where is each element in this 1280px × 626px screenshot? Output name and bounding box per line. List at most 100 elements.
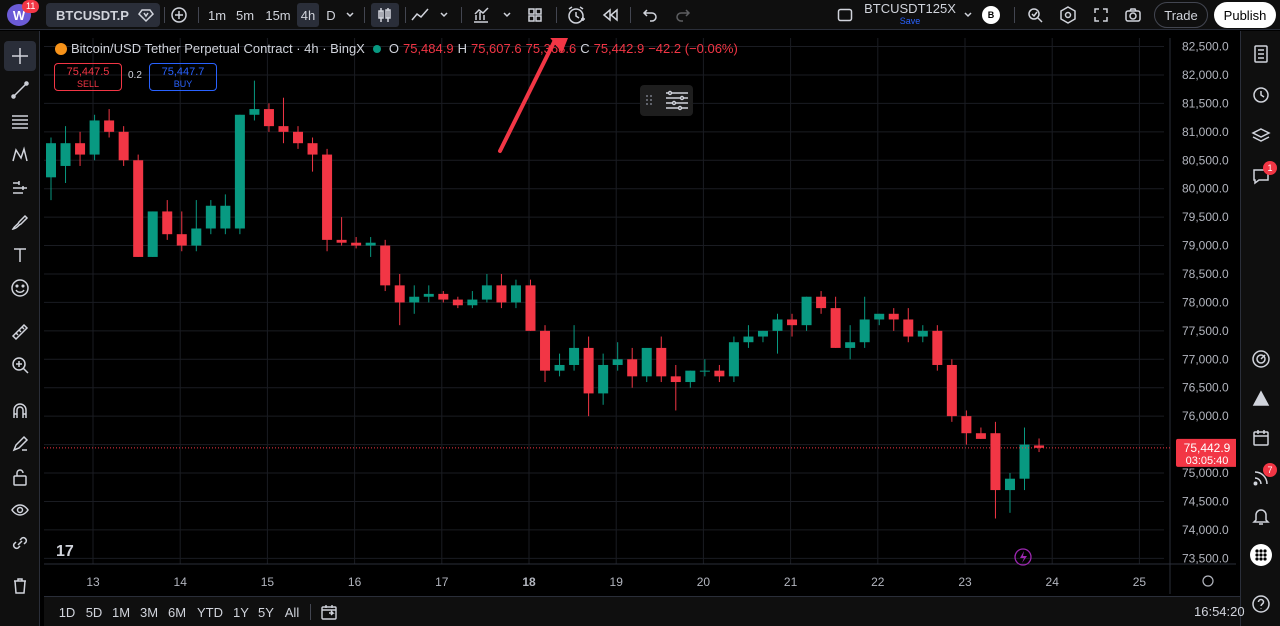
watchlist-diamond-icon[interactable] bbox=[135, 0, 157, 30]
range-3m[interactable]: 3M bbox=[136, 597, 162, 626]
candle-body bbox=[1019, 444, 1030, 479]
candle-body bbox=[307, 143, 318, 155]
apps-grid-icon[interactable] bbox=[1245, 540, 1277, 570]
price-tick-label: 81,000.0 bbox=[1182, 125, 1229, 139]
technicals-gauge-icon[interactable] bbox=[1245, 344, 1277, 374]
camera-snapshot-icon[interactable] bbox=[1119, 0, 1147, 30]
watchlist-icon[interactable] bbox=[1245, 39, 1277, 69]
chevron-down-icon[interactable] bbox=[499, 0, 515, 30]
forecast-tool-icon[interactable] bbox=[4, 173, 36, 203]
interval-5m[interactable]: 5m bbox=[232, 0, 258, 30]
price-tick-label: 76,000.0 bbox=[1182, 409, 1229, 423]
visibility-eye-icon[interactable] bbox=[4, 495, 36, 525]
candle-body bbox=[104, 120, 115, 132]
candle-body bbox=[801, 296, 812, 326]
range-1y[interactable]: 1Y bbox=[228, 597, 254, 626]
brush-tool-icon[interactable] bbox=[4, 207, 36, 237]
top-toolbar: W 11 BTCUSDT.P 1m 5m 15m 4h D BTCUSDT125… bbox=[0, 0, 1280, 30]
magnet-icon[interactable] bbox=[4, 396, 36, 426]
candles-chart-type-icon[interactable] bbox=[371, 3, 399, 27]
candle-body bbox=[787, 319, 798, 326]
candle-body bbox=[118, 131, 129, 161]
layout-name-button[interactable]: BTCUSDT125X Save bbox=[862, 0, 958, 30]
candle-body bbox=[946, 364, 957, 417]
time-tick-label: 15 bbox=[261, 575, 275, 589]
redo-icon[interactable] bbox=[669, 0, 697, 30]
stay-drawing-mode-icon[interactable] bbox=[4, 429, 36, 459]
range-6m[interactable]: 6M bbox=[164, 597, 190, 626]
trash-icon[interactable] bbox=[4, 571, 36, 601]
crosshair-cursor-icon[interactable] bbox=[4, 41, 36, 71]
calendar-icon[interactable] bbox=[1245, 423, 1277, 453]
open-value: 75,484.9 bbox=[402, 41, 454, 56]
sell-button[interactable]: 75,447.5 SELL bbox=[54, 63, 122, 91]
trend-line-icon[interactable] bbox=[4, 75, 36, 105]
trade-button[interactable]: Trade bbox=[1154, 2, 1208, 28]
account-avatar[interactable]: B bbox=[982, 6, 1000, 24]
interval-15m[interactable]: 15m bbox=[262, 0, 294, 30]
time-tick-label: 22 bbox=[871, 575, 885, 589]
floating-object-tree-widget[interactable] bbox=[640, 85, 693, 116]
chat-icon[interactable]: 1 bbox=[1245, 161, 1277, 191]
range-label: 5Y bbox=[258, 604, 274, 620]
replay-icon[interactable] bbox=[596, 0, 624, 30]
utc-clock[interactable]: 16:54:20 UTC bbox=[1194, 597, 1245, 626]
chevron-down-icon[interactable] bbox=[960, 0, 976, 30]
candle-body bbox=[757, 330, 768, 337]
candle-body bbox=[627, 359, 638, 377]
range-1d[interactable]: 1D bbox=[54, 597, 80, 626]
layout-checkbox-icon[interactable] bbox=[834, 0, 856, 30]
price-tick-label: 80,000.0 bbox=[1182, 182, 1229, 196]
line-chart-icon[interactable] bbox=[406, 0, 434, 30]
candle-body bbox=[961, 416, 972, 434]
candle-body bbox=[685, 370, 696, 383]
interval-1m[interactable]: 1m bbox=[204, 0, 230, 30]
emoji-icon[interactable] bbox=[4, 273, 36, 303]
help-icon[interactable] bbox=[1245, 589, 1277, 619]
alerts-clock-icon[interactable] bbox=[1245, 79, 1277, 109]
range-ytd[interactable]: YTD bbox=[195, 597, 225, 626]
zoom-in-icon[interactable] bbox=[4, 350, 36, 380]
text-tool-icon[interactable] bbox=[4, 240, 36, 270]
publish-button[interactable]: Publish bbox=[1214, 2, 1276, 28]
goto-date-calendar-icon[interactable] bbox=[316, 597, 342, 626]
candle-body bbox=[46, 143, 56, 178]
interval-d[interactable]: D bbox=[321, 0, 341, 30]
chevron-down-icon[interactable] bbox=[342, 0, 358, 30]
candle-body bbox=[423, 293, 434, 297]
ideas-up-arrow-icon[interactable] bbox=[1245, 384, 1277, 414]
candle-body bbox=[481, 285, 492, 300]
ruler-measure-icon[interactable] bbox=[4, 317, 36, 347]
range-1m[interactable]: 1M bbox=[108, 597, 134, 626]
pattern-tool-icon[interactable] bbox=[4, 140, 36, 170]
interval-label: 15m bbox=[265, 7, 291, 23]
undo-icon[interactable] bbox=[636, 0, 664, 30]
indicators-icon[interactable] bbox=[468, 0, 494, 30]
notifications-bell-icon[interactable] bbox=[1245, 501, 1277, 531]
price-chart[interactable]: 82,500.0 82,000.0 81,500.0 81,000.0 80,500.0… bbox=[44, 38, 1236, 594]
candle-body bbox=[714, 370, 725, 377]
chevron-down-icon[interactable] bbox=[436, 0, 452, 30]
compare-add-icon[interactable] bbox=[168, 0, 190, 30]
link-icon[interactable] bbox=[4, 528, 36, 558]
buy-button[interactable]: 75,447.7 BUY bbox=[149, 63, 217, 91]
settings-gear-icon[interactable] bbox=[1054, 0, 1082, 30]
price-tick-label: 79,000.0 bbox=[1182, 239, 1229, 253]
lock-icon[interactable] bbox=[4, 462, 36, 492]
time-tick-label: 24 bbox=[1046, 575, 1060, 589]
data-window-layers-icon[interactable] bbox=[1245, 121, 1277, 151]
alert-clock-icon[interactable] bbox=[562, 0, 590, 30]
range-label: 1Y bbox=[233, 604, 249, 620]
range-5d[interactable]: 5D bbox=[81, 597, 107, 626]
signals-feed-icon[interactable]: 7 bbox=[1245, 463, 1277, 493]
fullscreen-icon[interactable] bbox=[1087, 0, 1115, 30]
layouts-grid-icon[interactable] bbox=[521, 0, 549, 30]
interval-4h[interactable]: 4h bbox=[297, 3, 319, 27]
quick-search-icon[interactable] bbox=[1021, 0, 1049, 30]
drag-handle-icon[interactable] bbox=[640, 85, 693, 116]
candle-body bbox=[583, 347, 594, 394]
range-all[interactable]: All bbox=[279, 597, 305, 626]
range-5y[interactable]: 5Y bbox=[253, 597, 279, 626]
fib-retracement-icon[interactable] bbox=[4, 107, 36, 137]
candle-body bbox=[1004, 478, 1015, 491]
